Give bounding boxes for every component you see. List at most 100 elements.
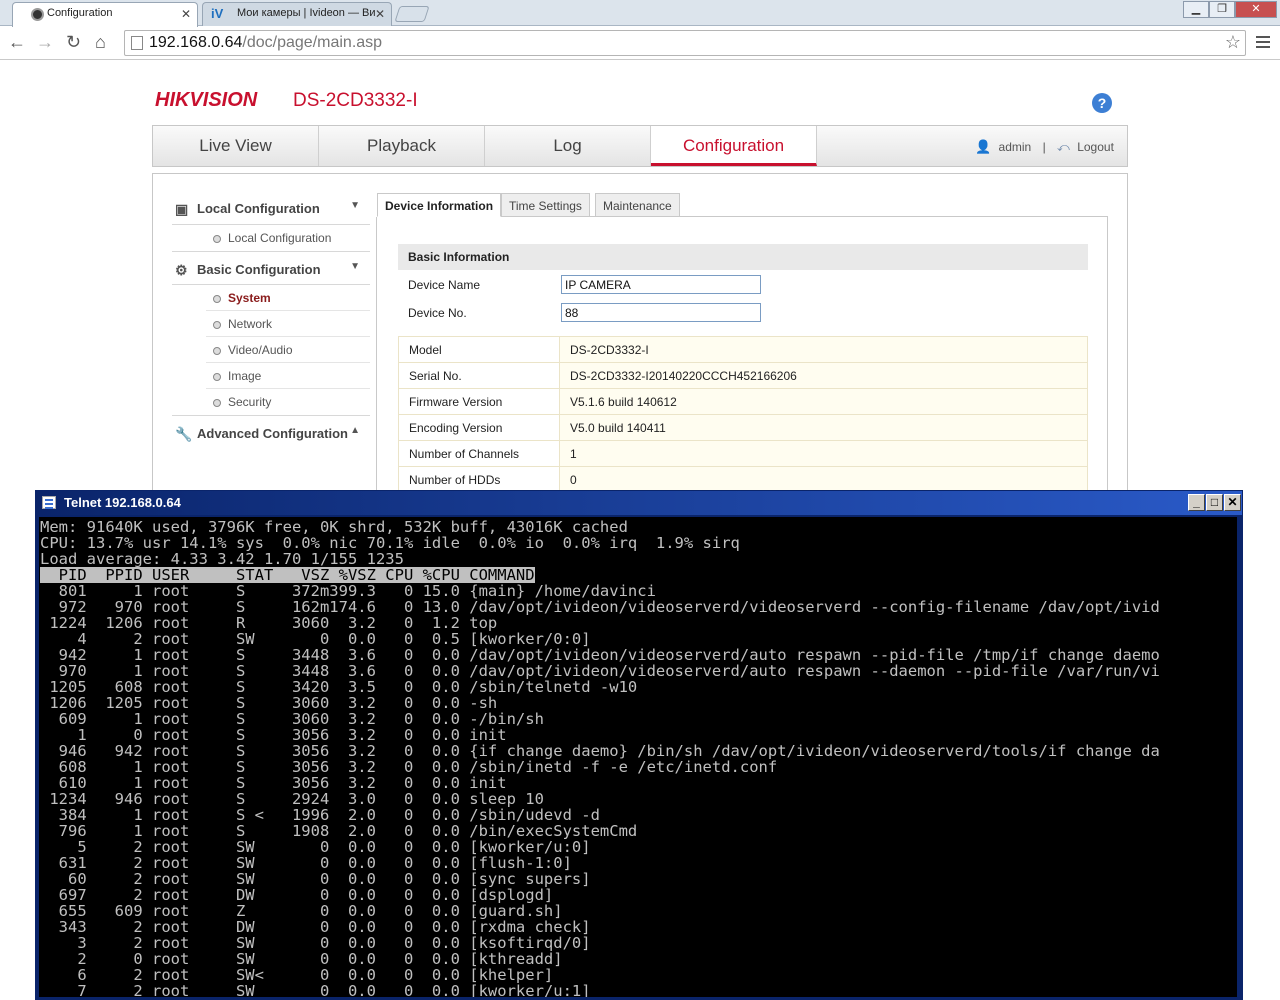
tab-time-settings[interactable]: Time Settings bbox=[501, 193, 590, 217]
terminal-line: Mem: 91640K used, 3796K free, 0K shrd, 5… bbox=[40, 519, 628, 535]
device-name-input[interactable] bbox=[561, 275, 761, 294]
new-tab-button[interactable] bbox=[394, 6, 430, 22]
process-table-header: PID PPID USER STAT VSZ %VSZ CPU %CPU COM… bbox=[40, 567, 535, 583]
terminal-screen[interactable]: Mem: 91640K used, 3796K free, 0K shrd, 5… bbox=[39, 517, 1237, 997]
tab-close-icon[interactable]: ✕ bbox=[375, 7, 385, 21]
sidebar-item-label: Image bbox=[228, 369, 262, 383]
process-row: 697 2 root DW 0 0.0 0 0.0 [dsplogd] bbox=[40, 887, 554, 903]
process-row: 60 2 root SW 0 0.0 0 0.0 [sync_supers] bbox=[40, 871, 591, 887]
info-label: Firmware Version bbox=[398, 388, 560, 415]
monitor-icon: ▣ bbox=[175, 201, 189, 217]
browser-tab-ivideon[interactable]: iV Мои камеры | Ivideon — Ви ✕ bbox=[202, 2, 392, 26]
process-list: 801 1 root S 372m399.3 0 15.0 {main} /ho… bbox=[40, 583, 1237, 997]
table-row: Encoding Version V5.0 build 140411 bbox=[398, 414, 1088, 441]
process-row: 6 2 root SW< 0 0.0 0 0.0 [khelper] bbox=[40, 967, 554, 983]
process-row: 1224 1206 root R 3060 3.2 0 1.2 top bbox=[40, 615, 498, 631]
reload-icon[interactable]: ↻ bbox=[66, 32, 81, 52]
sidebar-section-local[interactable]: ▣ Local Configuration ▼ bbox=[172, 191, 370, 225]
info-label: Model bbox=[398, 336, 560, 363]
process-row: 1 0 root S 3056 3.2 0 0.0 init bbox=[40, 727, 507, 743]
sidebar-item-network[interactable]: Network bbox=[206, 311, 370, 337]
info-label: Encoding Version bbox=[398, 414, 560, 441]
info-value: DS-2CD3332-I20140220CCCH452166206 bbox=[559, 362, 1088, 389]
process-row: 972 970 root S 162m174.6 0 13.0 /dav/opt… bbox=[40, 599, 1160, 615]
sidebar-item-local-configuration[interactable]: Local Configuration bbox=[206, 225, 370, 251]
telnet-title-bar[interactable]: Telnet 192.168.0.64 bbox=[36, 491, 1242, 515]
device-no-input[interactable] bbox=[561, 303, 761, 322]
process-row: 1206 1205 root S 3060 3.2 0 0.0 -sh bbox=[40, 695, 498, 711]
hikvision-favicon-icon bbox=[31, 8, 44, 21]
process-row: 2 0 root SW 0 0.0 0 0.0 [kthreadd] bbox=[40, 951, 563, 967]
username: admin bbox=[998, 140, 1032, 154]
section-title: Advanced Configuration bbox=[197, 426, 348, 441]
sidebar-section-basic[interactable]: ⚙ Basic Configuration ▼ bbox=[172, 251, 370, 285]
process-row: 631 2 root SW 0 0.0 0 0.0 [flush-1:0] bbox=[40, 855, 572, 871]
bookmark-star-icon[interactable]: ☆ bbox=[1225, 32, 1241, 53]
sidebar-section-advanced[interactable]: 🔧 Advanced Configuration ▲ bbox=[172, 415, 370, 449]
info-value: 0 bbox=[559, 466, 1088, 493]
telnet-window: Telnet 192.168.0.64 _ □ ✕ Mem: 91640K us… bbox=[35, 490, 1243, 1000]
home-icon[interactable]: ⌂ bbox=[95, 32, 106, 52]
bullet-icon bbox=[213, 295, 221, 303]
process-row: 3 2 root SW 0 0.0 0 0.0 [ksoftirqd/0] bbox=[40, 935, 591, 951]
sidebar-item-system[interactable]: System bbox=[206, 285, 370, 311]
logout-icon[interactable]: ⤺ bbox=[1057, 140, 1070, 154]
sidebar-item-video-audio[interactable]: Video/Audio bbox=[206, 337, 370, 363]
telnet-maximize-button[interactable]: □ bbox=[1206, 494, 1223, 511]
terminal-line: Load average: 4.33 3.42 1.70 1/155 1235 bbox=[40, 551, 404, 567]
sidebar-item-label: Local Configuration bbox=[228, 231, 332, 245]
sidebar-item-label: Network bbox=[228, 317, 273, 331]
device-name-label: Device Name bbox=[408, 278, 481, 292]
sidebar-item-label: System bbox=[228, 291, 271, 305]
info-label: Number of Channels bbox=[398, 440, 560, 467]
basic-information-heading: Basic Information bbox=[398, 244, 1088, 270]
address-bar[interactable]: 192.168.0.64/doc/page/main.asp ☆ bbox=[124, 30, 1246, 56]
telnet-minimize-button[interactable]: _ bbox=[1188, 494, 1205, 511]
minimize-button[interactable]: ▁ bbox=[1183, 1, 1209, 18]
close-window-button[interactable]: ✕ bbox=[1235, 1, 1277, 18]
section-title: Local Configuration bbox=[197, 201, 320, 216]
info-value: V5.1.6 build 140612 bbox=[559, 388, 1088, 415]
process-row: 610 1 root S 3056 3.2 0 0.0 init bbox=[40, 775, 507, 791]
forward-arrow-icon[interactable]: → bbox=[36, 32, 54, 52]
sidebar-item-image[interactable]: Image bbox=[206, 363, 370, 389]
bullet-icon bbox=[213, 399, 221, 407]
tab-maintenance[interactable]: Maintenance bbox=[595, 193, 680, 217]
chevron-down-icon: ▼ bbox=[350, 200, 360, 211]
sidebar-item-label: Security bbox=[228, 395, 272, 409]
device-model-title: DS-2CD3332-I bbox=[293, 90, 418, 111]
nav-log[interactable]: Log bbox=[485, 126, 651, 166]
nav-playback[interactable]: Playback bbox=[319, 126, 485, 166]
help-icon[interactable]: ? bbox=[1092, 93, 1112, 113]
restore-button[interactable]: ❐ bbox=[1209, 1, 1235, 18]
process-row: 942 1 root S 3448 3.6 0 0.0 /dav/opt/ivi… bbox=[40, 647, 1160, 663]
process-row: 655 609 root Z 0 0.0 0 0.0 [guard.sh] bbox=[40, 903, 563, 919]
tab-strip: Configuration ✕ iV Мои камеры | Ivideon … bbox=[0, 0, 1280, 27]
table-row: Number of Channels 1 bbox=[398, 440, 1088, 467]
tab-title: Configuration bbox=[47, 7, 113, 19]
tab-device-information[interactable]: Device Information bbox=[377, 193, 502, 217]
process-row: 970 1 root S 3448 3.6 0 0.0 /dav/opt/ivi… bbox=[40, 663, 1160, 679]
back-arrow-icon[interactable]: ← bbox=[8, 32, 26, 52]
browser-tab-configuration[interactable]: Configuration ✕ bbox=[12, 2, 198, 27]
telnet-close-button[interactable]: ✕ bbox=[1224, 494, 1241, 511]
device-no-label: Device No. bbox=[408, 306, 467, 320]
table-row: Number of HDDs 0 bbox=[398, 466, 1088, 493]
logout-link[interactable]: Logout bbox=[1077, 140, 1114, 154]
nav-configuration[interactable]: Configuration bbox=[651, 126, 817, 166]
table-row: Model DS-2CD3332-I bbox=[398, 336, 1088, 363]
sidebar-item-security[interactable]: Security bbox=[206, 389, 370, 415]
info-value: DS-2CD3332-I bbox=[559, 336, 1088, 363]
process-row: 384 1 root S < 1996 2.0 0 0.0 /sbin/udev… bbox=[40, 807, 600, 823]
process-row: 5 2 root SW 0 0.0 0 0.0 [kworker/u:0] bbox=[40, 839, 591, 855]
info-label: Number of HDDs bbox=[398, 466, 560, 493]
brand-logo: HIKVISION bbox=[155, 89, 258, 111]
telnet-title: Telnet 192.168.0.64 bbox=[64, 495, 181, 510]
info-label: Serial No. bbox=[398, 362, 560, 389]
chevron-down-icon: ▼ bbox=[350, 261, 360, 272]
nav-live-view[interactable]: Live View bbox=[153, 126, 319, 166]
chrome-menu-icon[interactable] bbox=[1256, 36, 1270, 51]
gear-icon: ⚙ bbox=[175, 262, 188, 278]
bullet-icon bbox=[213, 235, 221, 243]
tab-close-icon[interactable]: ✕ bbox=[181, 7, 191, 21]
